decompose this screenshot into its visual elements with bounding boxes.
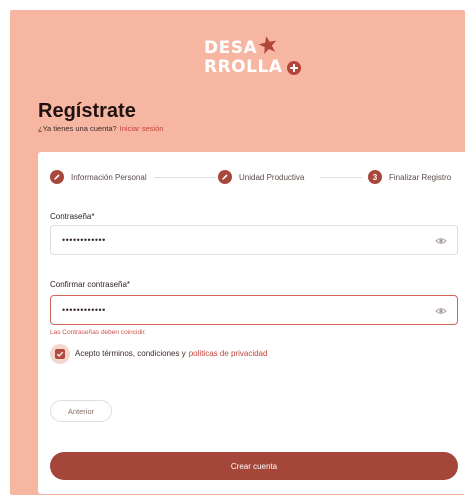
logo-text-line2: RROLLA (204, 57, 283, 77)
step-productive-unit[interactable]: Unidad Productiva (218, 168, 304, 186)
step-label: Información Personal (71, 172, 147, 182)
step-connector (154, 177, 216, 178)
logo-text-line1: DESA (204, 38, 258, 58)
eye-icon[interactable] (435, 235, 447, 247)
privacy-policy-link[interactable]: politicas de privacidad (189, 349, 268, 358)
create-account-button[interactable]: Crear cuenta (50, 452, 458, 480)
step-finish-registration[interactable]: 3 Finalizar Registro (368, 168, 451, 186)
registration-card: Información Personal Unidad Productiva 3… (38, 152, 470, 494)
login-link[interactable]: Iniciar sesión (120, 124, 164, 133)
password-label: Contraseña* (50, 212, 95, 221)
registration-page: DESA RROLLA Regístrate ¿Ya tienes una cu… (10, 10, 470, 495)
pencil-icon (50, 170, 64, 184)
terms-text: Acepto términos, condiciones y politicas … (75, 349, 267, 358)
back-button[interactable]: Anterior (50, 400, 112, 422)
stepper: Información Personal Unidad Productiva 3… (50, 168, 460, 186)
login-prompt-text: ¿Ya tienes una cuenta? (38, 124, 117, 133)
confirm-password-field[interactable]: •••••••••••• (50, 295, 458, 325)
confirm-password-label: Confirmar contraseña* (50, 280, 131, 289)
confirm-password-value: •••••••••••• (62, 305, 106, 315)
plus-circle-icon (287, 61, 301, 75)
step-label: Finalizar Registro (389, 172, 452, 182)
password-value: •••••••••••• (62, 235, 106, 245)
password-field[interactable]: •••••••••••• (50, 225, 458, 255)
terms-checkbox[interactable] (50, 344, 70, 364)
page-title: Regístrate (38, 100, 136, 122)
step-number-badge: 3 (368, 170, 382, 184)
terms-label: Acepto términos, condiciones y (75, 349, 186, 358)
step-label: Unidad Productiva (239, 172, 305, 182)
password-mismatch-error: Las Contraseñas deben coincidir. (50, 329, 147, 336)
checkmark-icon (55, 349, 65, 359)
step-personal-info[interactable]: Información Personal (50, 168, 147, 186)
pencil-icon (218, 170, 232, 184)
step-connector (320, 177, 362, 178)
star-icon (258, 36, 277, 54)
login-prompt: ¿Ya tienes una cuenta? Iniciar sesión (38, 124, 163, 133)
brand-logo: DESA RROLLA (196, 34, 306, 84)
eye-icon[interactable] (435, 305, 447, 317)
